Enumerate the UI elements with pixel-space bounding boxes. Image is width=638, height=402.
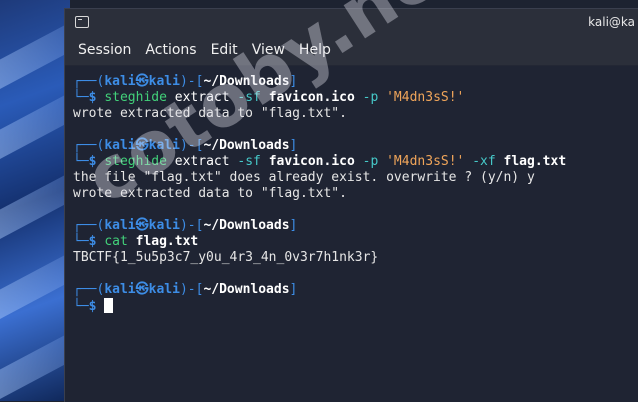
prompt-directory: ~/Downloads [203, 138, 290, 153]
desktop-background [0, 0, 70, 401]
text-cursor [104, 298, 114, 313]
command-arg [128, 234, 136, 249]
prompt-bracket: ] [289, 218, 298, 233]
prompt-bracket: ] [289, 282, 298, 297]
command-arg: -sf [237, 154, 261, 169]
command-arg: 'M4dn3sS!' [386, 90, 465, 105]
prompt-bracket: )-[ [179, 74, 204, 89]
command-arg: extract [166, 154, 238, 169]
prompt-user: kali [104, 138, 136, 153]
command-arg [261, 154, 269, 169]
prompt-line: ┌──(kali㉿kali)-[~/Downloads] [73, 218, 638, 234]
menu-help[interactable]: Help [292, 42, 338, 58]
command-arg: extract [166, 90, 238, 105]
prompt-bracket: ┌──( [73, 218, 105, 233]
prompt-line: ┌──(kali㉿kali)-[~/Downloads] [73, 282, 638, 298]
prompt-host: kali [148, 74, 180, 89]
command-arg: flag.txt [503, 154, 567, 169]
prompt-corner: └─ [73, 154, 89, 169]
menu-edit[interactable]: Edit [204, 42, 245, 58]
menu-actions[interactable]: Actions [138, 42, 203, 58]
output-line: wrote extracted data to "flag.txt". [73, 186, 347, 201]
menu-bar: Session Actions Edit View Help [65, 35, 638, 66]
prompt-dollar: $ [88, 234, 105, 249]
command-arg: 'M4dn3sS!' [386, 154, 465, 169]
prompt-host: kali [148, 138, 180, 153]
command-arg: -xf [472, 154, 496, 169]
command-arg: favicon.ico [268, 90, 355, 105]
prompt-line: ┌──(kali㉿kali)-[~/Downloads] [73, 138, 638, 154]
command-line: └─$ cat flag.txt [73, 234, 638, 250]
prompt-directory: ~/Downloads [203, 282, 290, 297]
prompt-bracket: ┌──( [73, 282, 105, 297]
prompt-bracket: ┌──( [73, 138, 105, 153]
command-arg [355, 154, 363, 169]
command-arg: -p [362, 154, 379, 169]
command-arg [496, 154, 504, 169]
prompt-bracket: )-[ [179, 138, 204, 153]
prompt-dollar: $ [88, 154, 105, 169]
title-bar[interactable]: kali@ka [65, 9, 638, 35]
prompt-line: ┌──(kali㉿kali)-[~/Downloads] [73, 74, 638, 90]
prompt-bracket: )-[ [179, 218, 204, 233]
command-line: └─$ steghide extract -sf favicon.ico -p … [73, 90, 638, 106]
terminal-icon[interactable] [75, 16, 89, 28]
prompt-bracket: ] [289, 138, 298, 153]
prompt-at-symbol: ㉿ [135, 218, 149, 233]
command-arg [378, 154, 386, 169]
active-prompt-line[interactable]: └─$ [73, 298, 638, 314]
command-name: cat [104, 234, 128, 249]
command-line: └─$ steghide extract -sf favicon.ico -p … [73, 154, 638, 170]
prompt-dollar: $ [88, 90, 105, 105]
command-arg: -sf [237, 90, 261, 105]
prompt-directory: ~/Downloads [203, 218, 290, 233]
prompt-host: kali [148, 282, 180, 297]
prompt-user: kali [104, 282, 136, 297]
prompt-corner: └─ [73, 299, 89, 314]
window-title: kali@ka [588, 15, 635, 29]
prompt-at-symbol: ㉿ [135, 282, 149, 297]
command-name: steghide [104, 154, 167, 169]
command-arg: favicon.ico [268, 154, 355, 169]
menu-view[interactable]: View [245, 42, 292, 58]
prompt-dollar: $ [88, 299, 105, 314]
command-name: steghide [104, 90, 167, 105]
prompt-at-symbol: ㉿ [135, 138, 149, 153]
output-line: wrote extracted data to "flag.txt". [73, 106, 347, 121]
prompt-directory: ~/Downloads [203, 74, 290, 89]
prompt-bracket: ┌──( [73, 74, 105, 89]
prompt-bracket: )-[ [179, 282, 204, 297]
output-line: the file "flag.txt" does already exist. … [73, 170, 535, 185]
terminal-output[interactable]: ┌──(kali㉿kali)-[~/Downloads] └─$ steghide… [65, 66, 638, 314]
menu-session[interactable]: Session [71, 42, 138, 58]
command-arg [378, 90, 386, 105]
prompt-at-symbol: ㉿ [135, 74, 149, 89]
prompt-corner: └─ [73, 90, 89, 105]
prompt-user: kali [104, 218, 136, 233]
command-arg [355, 90, 363, 105]
command-arg: flag.txt [135, 234, 199, 249]
prompt-bracket: ] [289, 74, 298, 89]
prompt-corner: └─ [73, 234, 89, 249]
output-line: TBCTF{1_5u5p3c7_y0u_4r3_4n_0v3r7h1nk3r} [73, 250, 379, 265]
prompt-host: kali [148, 218, 180, 233]
prompt-user: kali [104, 74, 136, 89]
terminal-window: kali@ka Session Actions Edit View Help ┌… [64, 8, 638, 402]
command-arg [261, 90, 269, 105]
command-arg: -p [362, 90, 379, 105]
